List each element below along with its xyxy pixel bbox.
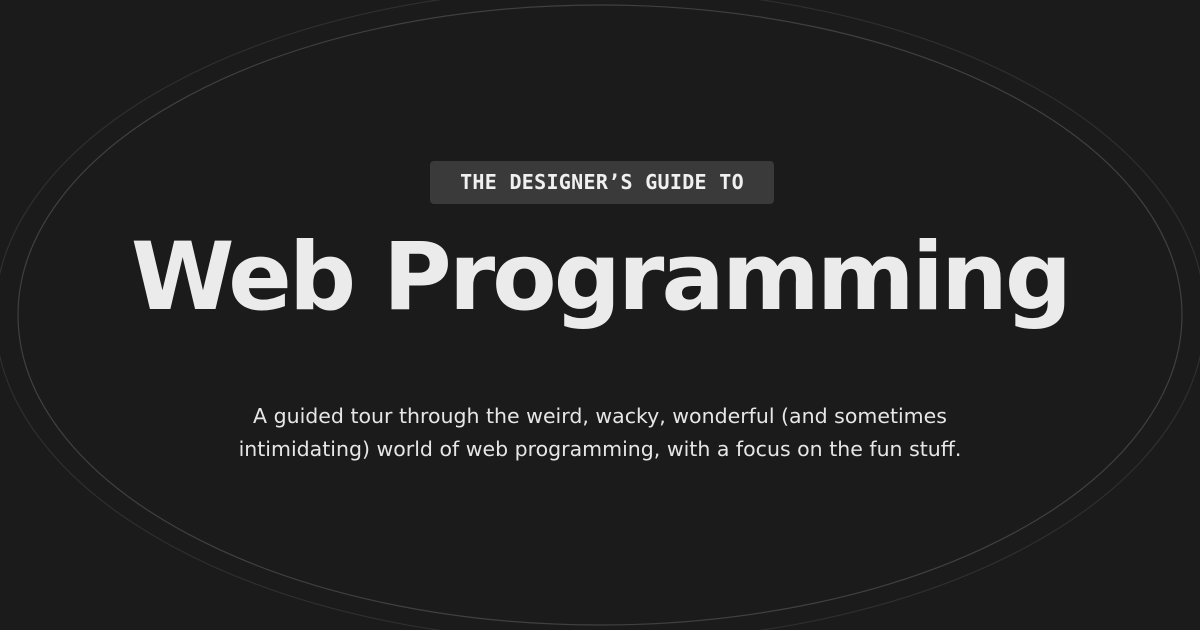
- subtitle: A guided tour through the weird, wacky, …: [238, 404, 962, 461]
- eyebrow-badge: THE DESIGNER’S GUIDE TO: [430, 161, 774, 204]
- hero-card: THE DESIGNER’S GUIDE TO Web Programming …: [0, 0, 1200, 630]
- hero-content: THE DESIGNER’S GUIDE TO Web Programming …: [0, 0, 1200, 630]
- page-title: Web Programming: [130, 223, 1072, 332]
